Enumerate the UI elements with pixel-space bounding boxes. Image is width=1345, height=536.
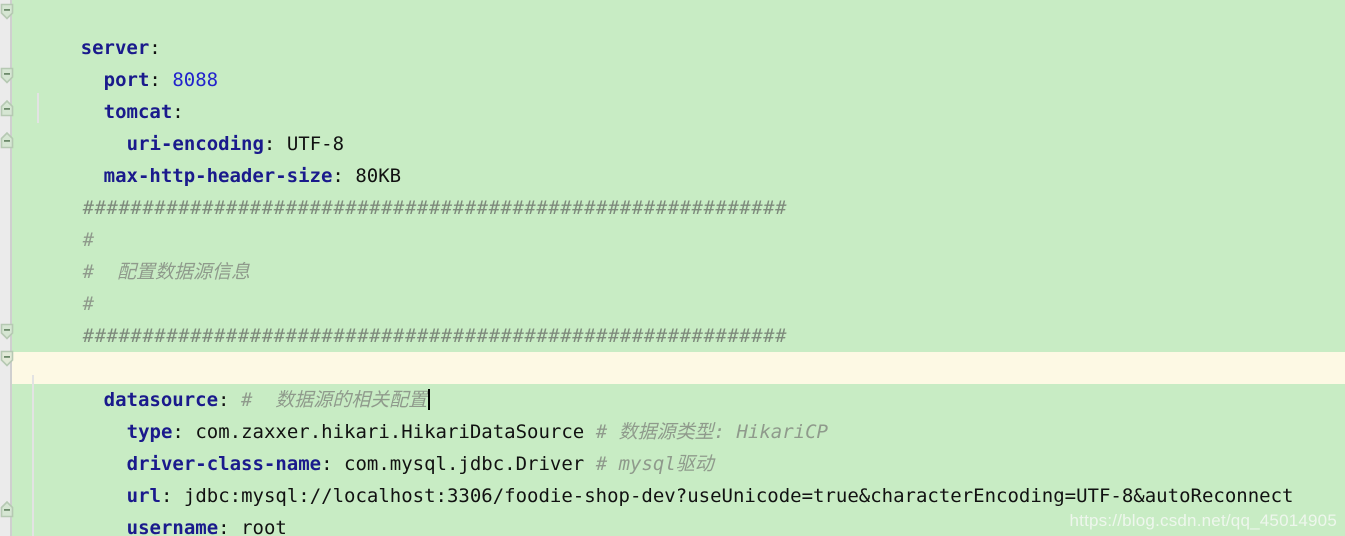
code-line[interactable]: ########################################…: [12, 288, 1345, 347]
code-line[interactable]: ########################################…: [12, 160, 1345, 219]
code-line[interactable]: uri-encoding: UTF-8: [12, 96, 1345, 155]
code-line[interactable]: url: jdbc:mysql://localhost:3306/foodie-…: [12, 448, 1345, 507]
fold-end-icon-datasource[interactable]: [0, 500, 14, 518]
code-line[interactable]: # 配置数据源信息: [12, 224, 1345, 283]
code-line[interactable]: type: com.zaxxer.hikari.HikariDataSource…: [12, 384, 1345, 443]
fold-collapse-icon-datasource[interactable]: [0, 350, 14, 368]
fold-end-icon-server[interactable]: [0, 131, 14, 149]
code-line[interactable]: port: 8088: [12, 32, 1345, 91]
code-line[interactable]: username: root: [12, 480, 1345, 536]
code-line[interactable]: driver-class-name: com.mysql.jdbc.Driver…: [12, 416, 1345, 475]
code-line[interactable]: #: [12, 256, 1345, 315]
code-line[interactable]: tomcat:: [12, 64, 1345, 123]
fold-end-icon-tomcat[interactable]: [0, 99, 14, 117]
yaml-editor[interactable]: server: port: 8088 tomcat: uri-encoding:…: [0, 0, 1345, 536]
code-content[interactable]: server: port: 8088 tomcat: uri-encoding:…: [12, 0, 1345, 536]
code-line[interactable]: spring:: [12, 320, 1345, 379]
code-line-current[interactable]: datasource: # 数据源的相关配置: [12, 352, 1345, 411]
indent-guide-datasource: [32, 375, 34, 536]
fold-collapse-icon-tomcat[interactable]: [0, 67, 14, 85]
watermark-text: https://blog.csdn.net/qq_45014905: [1069, 511, 1337, 530]
fold-collapse-icon-spring[interactable]: [0, 323, 14, 341]
indent-guide-tomcat: [37, 93, 39, 123]
code-line[interactable]: max-http-header-size: 80KB: [12, 128, 1345, 187]
code-line[interactable]: #: [12, 192, 1345, 251]
fold-collapse-icon-server[interactable]: [0, 3, 14, 21]
code-line[interactable]: server:: [12, 0, 1345, 59]
